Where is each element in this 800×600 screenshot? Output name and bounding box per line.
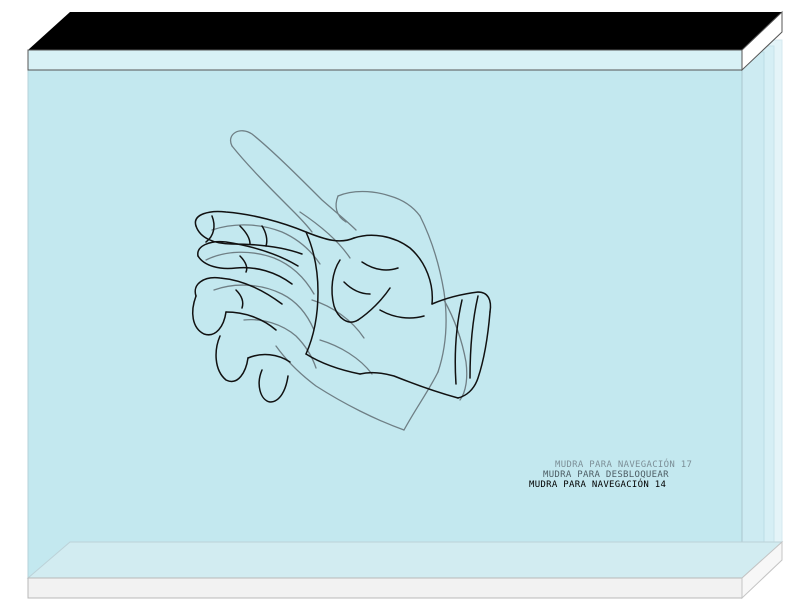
- top-face: [28, 12, 782, 50]
- layered-panel-illustration: [26, 10, 784, 600]
- bottom-top-face: [26, 541, 784, 579]
- front-plate: [28, 70, 742, 580]
- top-front-edge: [27, 49, 743, 71]
- bottom-front-face: [27, 577, 743, 599]
